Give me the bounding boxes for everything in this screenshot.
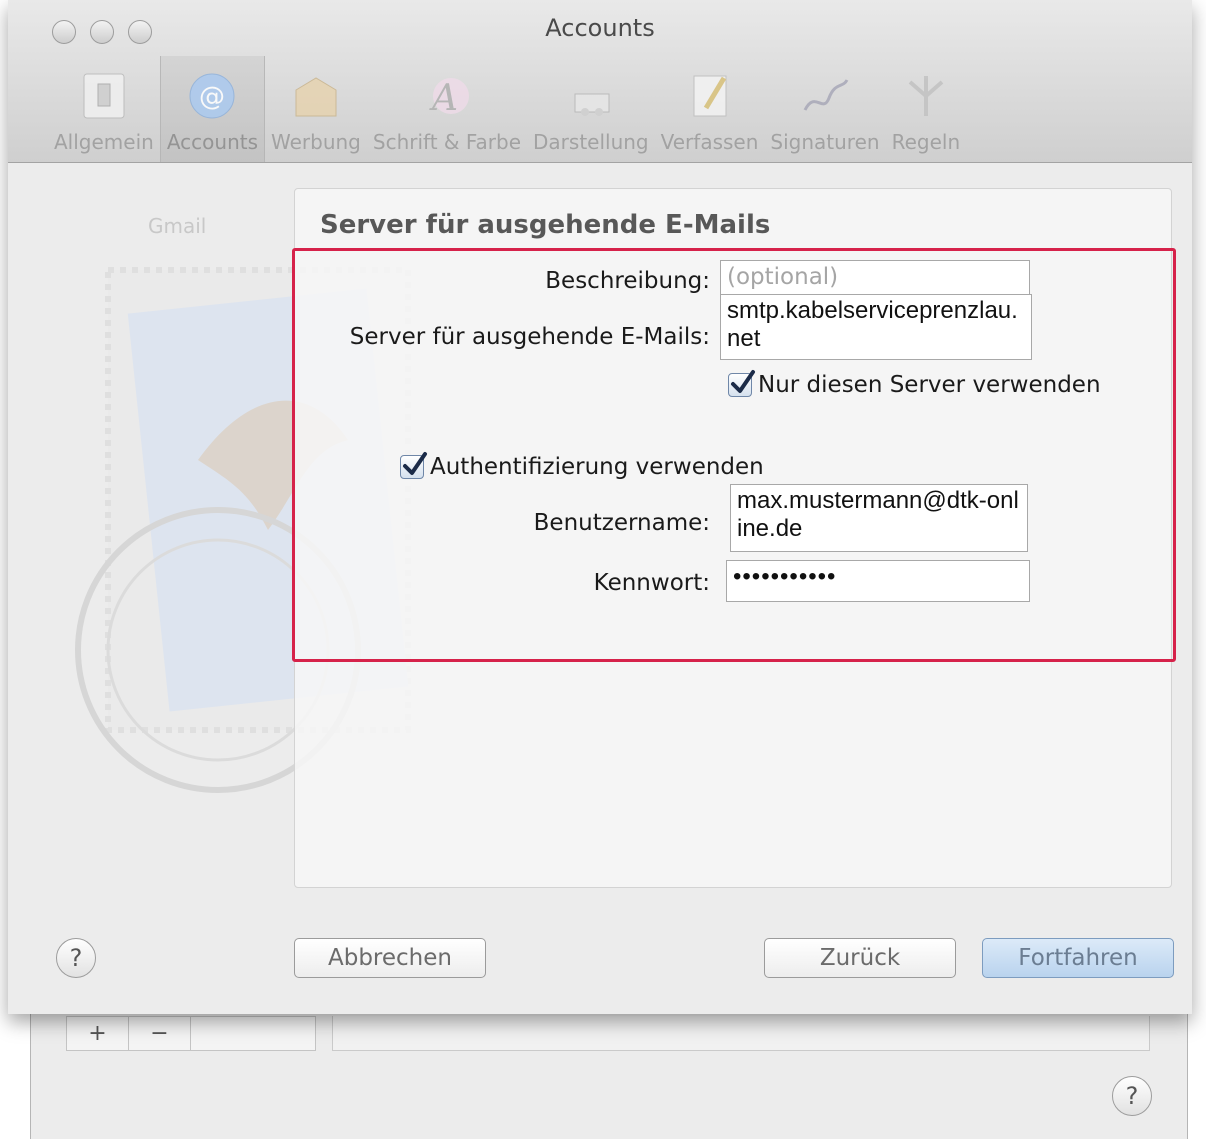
- preferences-toolbar: Accounts Allgemein @ Accounts Werbung A …: [8, 0, 1192, 163]
- tab-label-darstellung: Darstellung: [533, 130, 649, 154]
- section-title: Server für ausgehende E-Mails: [320, 210, 771, 240]
- add-account-button[interactable]: +: [67, 1017, 129, 1050]
- tab-schrift-farbe[interactable]: A Schrift & Farbe: [367, 56, 527, 162]
- account-list-controls: + −: [66, 1016, 316, 1051]
- switch-icon: [78, 70, 130, 122]
- background-detail-field: [332, 1016, 1150, 1051]
- tab-regeln[interactable]: Regeln: [886, 56, 967, 162]
- tab-werbung[interactable]: Werbung: [265, 56, 367, 162]
- font-color-icon: A: [421, 70, 473, 122]
- tab-accounts[interactable]: @ Accounts: [159, 56, 265, 162]
- display-icon: [565, 70, 617, 122]
- tab-label-regeln: Regeln: [891, 130, 961, 154]
- at-icon: @: [186, 70, 238, 122]
- window-title: Accounts: [545, 14, 655, 42]
- tab-label-accounts: Accounts: [166, 130, 258, 154]
- compose-icon: [684, 70, 736, 122]
- tab-allgemein[interactable]: Allgemein: [48, 56, 160, 162]
- rules-icon: [900, 70, 952, 122]
- svg-text:A: A: [429, 78, 458, 119]
- help-button[interactable]: ?: [56, 938, 96, 978]
- ghost-account-gmail: Gmail: [148, 214, 207, 238]
- junk-icon: [290, 70, 342, 122]
- signature-icon: [799, 70, 851, 122]
- tab-darstellung[interactable]: Darstellung: [527, 56, 655, 162]
- tab-label-schrift-farbe: Schrift & Farbe: [372, 130, 522, 154]
- tab-signaturen[interactable]: Signaturen: [764, 56, 885, 162]
- tab-label-signaturen: Signaturen: [770, 130, 880, 154]
- tab-verfassen[interactable]: Verfassen: [655, 56, 765, 162]
- cancel-button[interactable]: Abbrechen: [294, 938, 486, 978]
- remove-account-button[interactable]: −: [129, 1017, 191, 1050]
- continue-button[interactable]: Fortfahren: [982, 938, 1174, 978]
- back-button[interactable]: Zurück: [764, 938, 956, 978]
- tab-label-allgemein: Allgemein: [54, 130, 154, 154]
- preferences-tabs: Allgemein @ Accounts Werbung A Schrift &…: [48, 56, 966, 162]
- highlight-frame: [292, 248, 1176, 662]
- background-help-button[interactable]: ?: [1112, 1076, 1152, 1116]
- accounts-sheet: Accounts Allgemein @ Accounts Werbung A …: [8, 0, 1192, 1014]
- tab-label-verfassen: Verfassen: [660, 130, 759, 154]
- tab-label-werbung: Werbung: [271, 130, 361, 154]
- account-action-menu[interactable]: [191, 1017, 315, 1050]
- svg-text:@: @: [199, 82, 225, 112]
